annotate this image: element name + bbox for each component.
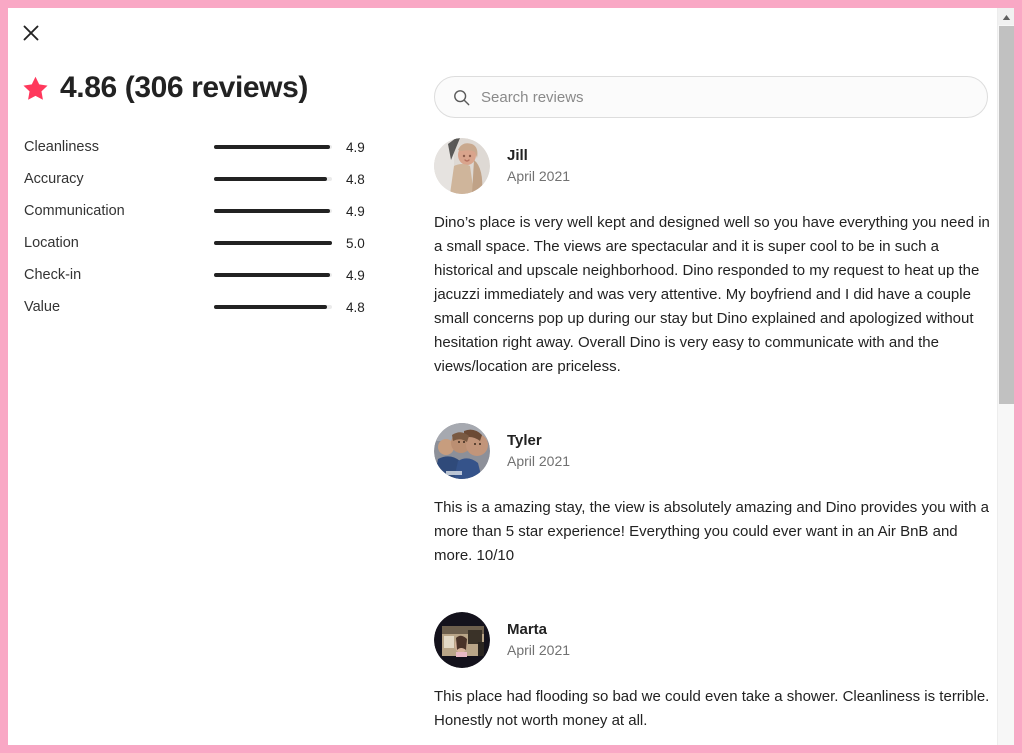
rating-label: Communication — [24, 203, 125, 219]
search-icon — [453, 89, 470, 106]
avatar[interactable] — [434, 138, 490, 194]
rating-bar-fill — [214, 305, 328, 309]
rating-row-cleanliness: Cleanliness 4.9 — [24, 131, 416, 163]
reviews-modal: 4.86 (306 reviews) Cleanliness 4.9 Accur… — [8, 8, 1014, 745]
rating-label: Value — [24, 299, 61, 315]
scroll-up-arrow[interactable] — [998, 8, 1014, 25]
review-date: April 2021 — [507, 453, 571, 470]
close-button[interactable] — [14, 16, 48, 50]
overall-rating: 4.86 (306 reviews) — [16, 66, 416, 110]
rating-label: Check-in — [24, 267, 82, 283]
rating-value: 4.8 — [346, 171, 365, 187]
ratings-panel: 4.86 (306 reviews) Cleanliness 4.9 Accur… — [16, 66, 416, 323]
review-item: Marta April 2021 This place had flooding… — [434, 612, 996, 733]
rating-bar — [214, 305, 332, 309]
rating-bar-fill — [214, 209, 330, 213]
review-header: Jill April 2021 — [434, 138, 996, 194]
reviewer-meta: Marta April 2021 — [507, 621, 570, 659]
rating-label: Accuracy — [24, 171, 84, 187]
rating-value: 4.8 — [346, 299, 365, 315]
rating-bar — [214, 209, 332, 213]
rating-row-communication: Communication 4.9 — [24, 195, 416, 227]
category-ratings-list: Cleanliness 4.9 Accuracy 4.8 Communicati… — [16, 131, 416, 323]
rating-row-location: Location 5.0 — [24, 227, 416, 259]
review-date: April 2021 — [507, 642, 571, 659]
review-header: Marta April 2021 — [434, 612, 996, 668]
rating-row-value: Value 4.8 — [24, 291, 416, 323]
chevron-up-icon — [1002, 8, 1011, 26]
rating-bar-fill — [214, 145, 330, 149]
rating-bar-fill — [214, 177, 328, 181]
close-icon — [23, 25, 39, 41]
rating-value: 5.0 — [346, 235, 365, 251]
review-header: Tyler April 2021 — [434, 423, 996, 479]
review-text: Dino’s place is very well kept and desig… — [434, 214, 990, 375]
reviewer-name: Jill — [507, 147, 528, 165]
search-reviews-box[interactable] — [434, 76, 988, 118]
reviewer-meta: Jill April 2021 — [507, 147, 570, 185]
review-text: This place had flooding so bad we could … — [434, 688, 990, 729]
review-text: This is a amazing stay, the view is abso… — [434, 499, 989, 564]
avatar[interactable] — [434, 423, 490, 479]
reviews-list: Jill April 2021 Dino’s place is very wel… — [434, 138, 996, 745]
avatar[interactable] — [434, 612, 490, 668]
rating-row-accuracy: Accuracy 4.8 — [24, 163, 416, 195]
overall-rating-text: 4.86 (306 reviews) — [60, 71, 308, 104]
rating-bar — [214, 145, 332, 149]
rating-bar-fill — [214, 241, 332, 245]
reviewer-name: Tyler — [507, 432, 542, 450]
review-item: Jill April 2021 Dino’s place is very wel… — [434, 138, 996, 379]
rating-bar-fill — [214, 273, 330, 277]
rating-value: 4.9 — [346, 203, 365, 219]
star-icon — [22, 75, 49, 102]
vertical-scrollbar[interactable] — [997, 8, 1014, 745]
rating-label: Cleanliness — [24, 139, 99, 155]
search-input[interactable] — [481, 88, 969, 106]
rating-bar — [214, 177, 332, 181]
reviewer-name: Marta — [507, 621, 548, 639]
reviewer-meta: Tyler April 2021 — [507, 432, 570, 470]
rating-value: 4.9 — [346, 139, 365, 155]
rating-bar — [214, 273, 332, 277]
rating-label: Location — [24, 235, 79, 251]
review-item: Tyler April 2021 This is a amazing stay,… — [434, 423, 996, 568]
rating-row-check-in: Check-in 4.9 — [24, 259, 416, 291]
scroll-thumb[interactable] — [999, 26, 1014, 404]
reviews-panel: Jill April 2021 Dino’s place is very wel… — [426, 66, 1002, 745]
rating-bar — [214, 241, 332, 245]
review-date: April 2021 — [507, 168, 571, 185]
rating-value: 4.9 — [346, 267, 365, 283]
